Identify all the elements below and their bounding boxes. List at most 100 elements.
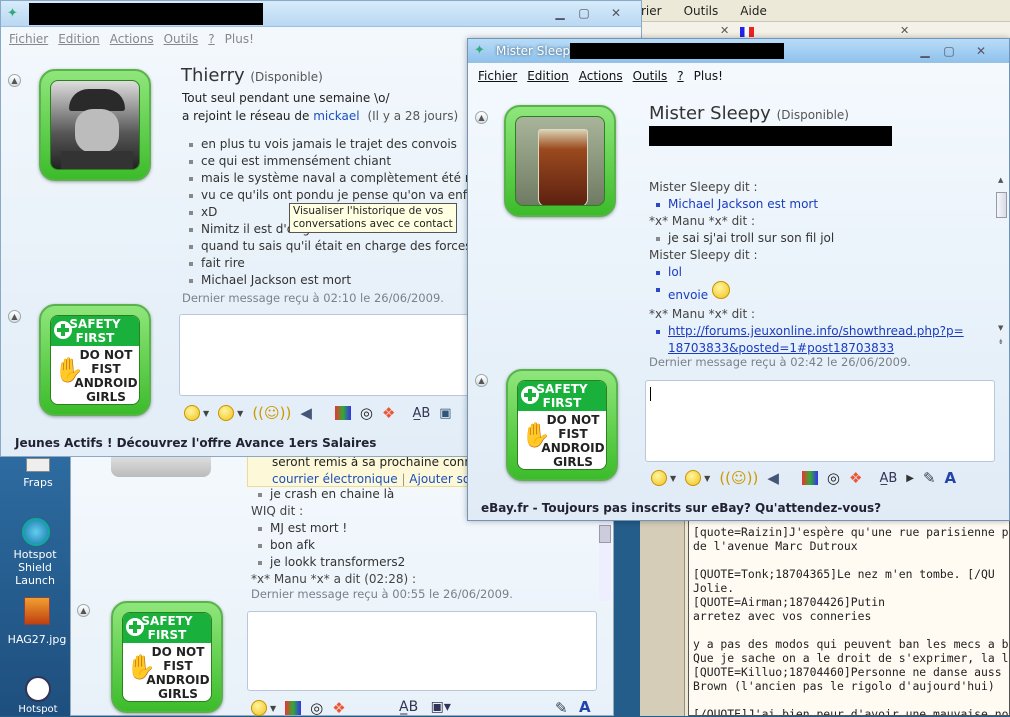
ad-banner[interactable]: Jeunes Actifs ! Découvrez l'offre Avance… (15, 436, 376, 450)
menu-bar: Fichier Edition Actions Outils ? Plus! (1, 27, 262, 51)
emoticon-icon[interactable] (651, 470, 667, 486)
scroll-up-icon[interactable]: ▲ (998, 176, 1003, 184)
pencil-icon[interactable]: ✎ (555, 699, 568, 717)
font-icon[interactable]: A (945, 469, 957, 487)
menu-actions[interactable]: Actions (577, 69, 631, 83)
message-line: ce qui est immensément chiant (182, 153, 472, 170)
forum-text-area[interactable]: [quote=Raizin]J'espère qu'une rue parisi… (688, 520, 1010, 716)
browser-menu-item[interactable]: Aide (740, 4, 767, 18)
tab-close-icon[interactable]: ✕ (900, 24, 909, 37)
ad-banner[interactable]: eBay.fr - Toujours pas inscrits sur eBay… (481, 501, 881, 515)
voice-clip-icon[interactable]: ◎ (310, 699, 323, 717)
collapse-chevron-icon[interactable]: ▲ (8, 310, 21, 323)
window-titlebar[interactable]: ✦ Mister Sleepy ▁ ▢ ✕ (468, 39, 1009, 63)
personal-message: Tout seul pendant une semaine \o/ (182, 91, 390, 105)
spellcheck-icon[interactable]: A̲B (399, 699, 418, 715)
menu-actions[interactable]: Actions (108, 32, 162, 46)
collapse-chevron-icon[interactable]: ▲ (77, 604, 90, 617)
scroll-end-icon[interactable]: ⇟ (998, 338, 1004, 346)
message-input[interactable] (179, 314, 479, 396)
network-info: a rejoint le réseau de mickael (Il y a 2… (182, 109, 459, 123)
desktop-icon-hag27[interactable]: HAG27.jpg (4, 597, 70, 647)
forum-text-line: y a pas des modos qui peuvent ban les me… (693, 637, 1010, 651)
browser-menu-item[interactable]: rier (640, 4, 684, 18)
menu-edition[interactable]: Edition (56, 32, 108, 46)
scroll-thumb[interactable] (996, 192, 1007, 218)
tab-close-icon[interactable]: ✕ (720, 24, 729, 37)
voice-icon[interactable]: ◀ (767, 469, 779, 487)
pencil-icon[interactable]: ✎ (923, 469, 936, 487)
nudge-icon[interactable]: ((☺)) (719, 469, 758, 487)
winks-icon[interactable]: ❖ (382, 404, 395, 422)
nudge-icon[interactable]: ((☺)) (252, 404, 291, 422)
email-link[interactable]: courrier électronique (272, 472, 398, 486)
menu-help[interactable]: ? (675, 69, 691, 83)
menu-help[interactable]: ? (206, 32, 222, 46)
fraps-icon (26, 458, 50, 472)
safety-sign-image: SAFETY FIRST ✋ DO NOT FIST ANDROID GIRLS (123, 613, 211, 701)
minimize-button[interactable]: ▁ (912, 43, 938, 59)
message-line: envoie (649, 281, 989, 306)
menu-outils[interactable]: Outils (631, 69, 676, 83)
desktop-icon-fraps[interactable]: Fraps (8, 458, 68, 492)
window-titlebar[interactable]: ✦ ▁ ▢ ✕ (1, 1, 641, 27)
games-icon[interactable]: ▣▾ (431, 699, 451, 715)
menu-edition[interactable]: Edition (525, 69, 577, 83)
maximize-button[interactable]: ▢ (571, 5, 597, 21)
contact-avatar[interactable] (39, 69, 151, 181)
desktop-icon-hotspot[interactable]: Hotspot (10, 676, 66, 716)
voice-clip-icon[interactable]: ◎ (360, 404, 373, 422)
contact-avatar[interactable] (504, 105, 616, 217)
scroll-down-icon[interactable]: ▼ (998, 324, 1003, 332)
menu-fichier[interactable]: Fichier (476, 69, 525, 83)
background-icon[interactable] (285, 701, 302, 715)
voice-clip-icon[interactable]: ◎ (827, 469, 840, 487)
my-avatar[interactable]: SAFETY FIRST ✋ DO NOT FIST ANDROID GIRLS (506, 369, 618, 481)
background-icon[interactable] (801, 471, 818, 485)
collapse-chevron-icon[interactable]: ▲ (475, 111, 488, 124)
menu-fichier[interactable]: Fichier (7, 32, 56, 46)
forum-text-line: [QUOTE=Airman;18704426]Putin (693, 595, 886, 609)
browser-menu-item[interactable]: Outils (684, 4, 741, 18)
emoticon-icon[interactable] (184, 405, 200, 421)
winks-icon[interactable]: ❖ (849, 469, 862, 487)
games-icon[interactable]: ▣ (439, 406, 451, 421)
winks-icon[interactable]: ❖ (332, 699, 345, 717)
network-user-link[interactable]: mickael (313, 109, 359, 123)
chat-window-mister-sleepy: ✦ Mister Sleepy ▁ ▢ ✕ Fichier Edition Ac… (467, 38, 1010, 521)
more-icon[interactable]: ▶ (906, 473, 914, 484)
menu-plus[interactable]: Plus! (223, 32, 262, 46)
scrollbar[interactable] (599, 521, 611, 601)
safety-sign-image: SAFETY FIRST ✋ DO NOT FIST ANDROID GIRLS (51, 316, 139, 404)
message-input[interactable] (247, 611, 597, 691)
font-icon[interactable]: A (579, 698, 591, 716)
collapse-chevron-icon[interactable]: ▲ (8, 74, 21, 87)
emoticon-icon[interactable] (251, 700, 267, 716)
menu-plus[interactable]: Plus! (692, 69, 731, 83)
message-line: je lookk transformers2 (251, 554, 591, 571)
wink-icon[interactable] (685, 470, 702, 486)
url-link[interactable]: http://forums.jeuxonline.info/showthread… (668, 323, 989, 340)
my-avatar[interactable]: SAFETY FIRST ✋ DO NOT FIST ANDROID GIRLS (39, 304, 151, 416)
hand-icon: ✋ (126, 653, 156, 681)
desktop-icon-hotspot-shield[interactable]: Hotspot Shield Launch (0, 518, 72, 587)
maximize-button[interactable]: ▢ (936, 43, 962, 59)
minimize-button[interactable]: ▁ (547, 5, 573, 21)
menu-outils[interactable]: Outils (162, 32, 207, 46)
collapse-chevron-icon[interactable]: ▲ (475, 374, 488, 387)
contact-name: Mister Sleepy (Disponible) (649, 103, 849, 124)
close-button[interactable]: ✕ (968, 43, 994, 59)
my-avatar[interactable]: SAFETY FIRST ✋ DO NOT FIST ANDROID GIRLS (111, 601, 223, 713)
voice-icon[interactable]: ◀ (300, 404, 312, 422)
forum-text-line: Jolie. (693, 581, 735, 595)
close-button[interactable]: ✕ (603, 5, 629, 21)
conversation-scrollbar[interactable]: ▲ ▼ ⇟ (995, 176, 1008, 350)
message-input[interactable] (645, 380, 995, 462)
redacted-title (570, 43, 784, 59)
forum-text-line: Que je sache on a le droit de s'exprimer… (693, 651, 1009, 665)
wink-icon[interactable] (218, 405, 235, 421)
desktop-icon-label: Fraps (23, 476, 53, 489)
spellcheck-icon[interactable]: A̲B (879, 471, 897, 486)
spellcheck-icon[interactable]: A̲B (412, 406, 430, 421)
background-icon[interactable] (334, 406, 351, 420)
